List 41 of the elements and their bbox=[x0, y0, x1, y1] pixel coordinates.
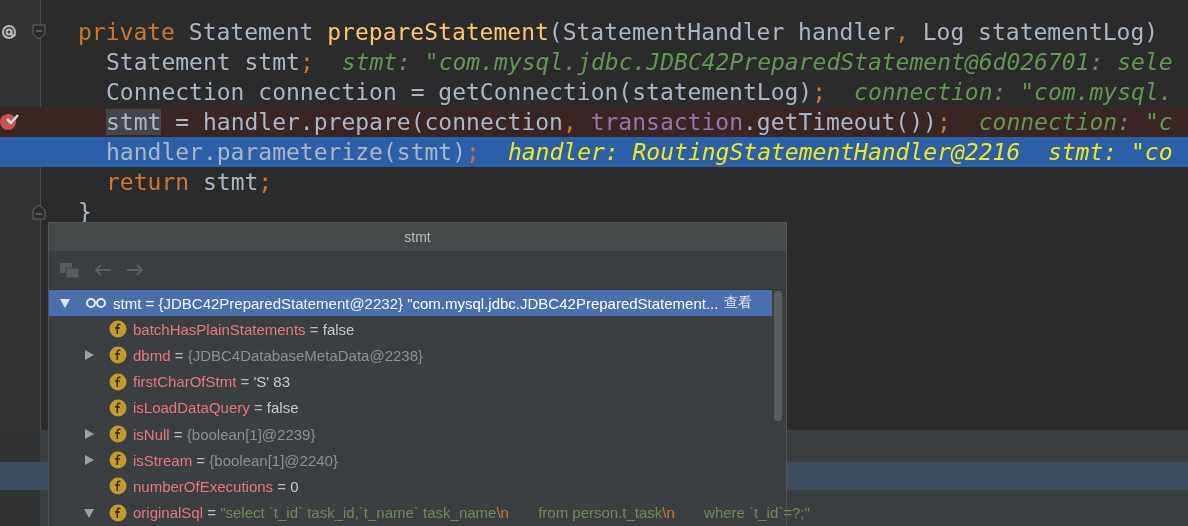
code-text: private Statement prepareStatement(StatementHandler handler, Log statementLog) bbox=[78, 19, 1160, 45]
field-icon bbox=[109, 451, 127, 470]
fold-icon[interactable] bbox=[32, 24, 46, 40]
expand-arrow-icon[interactable] bbox=[83, 454, 95, 467]
code-text: return stmt; bbox=[106, 169, 273, 195]
glasses-icon bbox=[85, 297, 107, 310]
variable-entry: dbmd = {JDBC4DatabaseMetaData@2238} bbox=[133, 346, 423, 364]
scrollbar[interactable] bbox=[774, 291, 782, 421]
tree-row[interactable]: stmt = {JDBC42PreparedStatement@2232} "com.mysql.jdbc.JDBC42PreparedStatement... 查看 bbox=[49, 290, 772, 317]
field-icon bbox=[109, 372, 127, 391]
code-text: Connection connection = getConnection(statementLog); bbox=[106, 79, 827, 105]
code-text: Statement stmt; bbox=[106, 49, 314, 75]
breakpoint-icon[interactable] bbox=[0, 111, 20, 131]
variable-entry: isNull = {boolean[1]@2239} bbox=[133, 425, 316, 443]
variable-entry: firstCharOfStmt = 'S' 83 bbox=[133, 373, 291, 391]
field-icon bbox=[109, 398, 127, 417]
code-text: stmt = handler.prepare(connection, transaction.getTimeout()); bbox=[106, 109, 951, 135]
variable-entry: numberOfExecutions = 0 bbox=[133, 477, 299, 495]
override-icon[interactable] bbox=[0, 23, 18, 41]
variable-entry: isStream = {boolean[1]@2240} bbox=[133, 451, 338, 469]
field-icon bbox=[109, 320, 127, 339]
field-icon bbox=[109, 425, 127, 444]
variable-entry: batchHasPlainStatements = false bbox=[133, 320, 355, 338]
code-text: handler.parameterize(stmt); bbox=[106, 139, 480, 165]
inline-hint: connection: "com.mysql. bbox=[854, 79, 1173, 105]
inline-hint: connection: "c bbox=[978, 109, 1173, 135]
collapse-arrow-icon[interactable] bbox=[59, 297, 71, 310]
variable-entry: stmt = {JDBC42PreparedStatement@2232} "com.mysql.jdbc.JDBC42PreparedStatement... bbox=[113, 294, 719, 312]
inline-hint: stmt: "com.mysql.jdbc.JDBC42PreparedStatement@6d026701: sele bbox=[341, 49, 1173, 75]
inline-hint: handler: RoutingStatementHandler@2216 stmt: "co bbox=[507, 139, 1173, 165]
variable-entry: isLoadDataQuery = false bbox=[133, 399, 299, 417]
field-icon bbox=[109, 503, 127, 522]
popup-title: stmt bbox=[49, 223, 786, 251]
fold-icon[interactable] bbox=[32, 204, 46, 220]
view-link[interactable]: 查看 bbox=[724, 294, 753, 313]
expand-arrow-icon[interactable] bbox=[83, 428, 95, 441]
variable-entry: originalSql = "select `t_id` task_id,`t_name` task_name\n from person.t_task\n where `t_id`=?;" bbox=[133, 504, 810, 522]
field-icon bbox=[109, 346, 127, 365]
field-icon bbox=[109, 477, 127, 496]
expand-arrow-icon[interactable] bbox=[83, 349, 95, 362]
collapse-arrow-icon[interactable] bbox=[83, 506, 95, 519]
